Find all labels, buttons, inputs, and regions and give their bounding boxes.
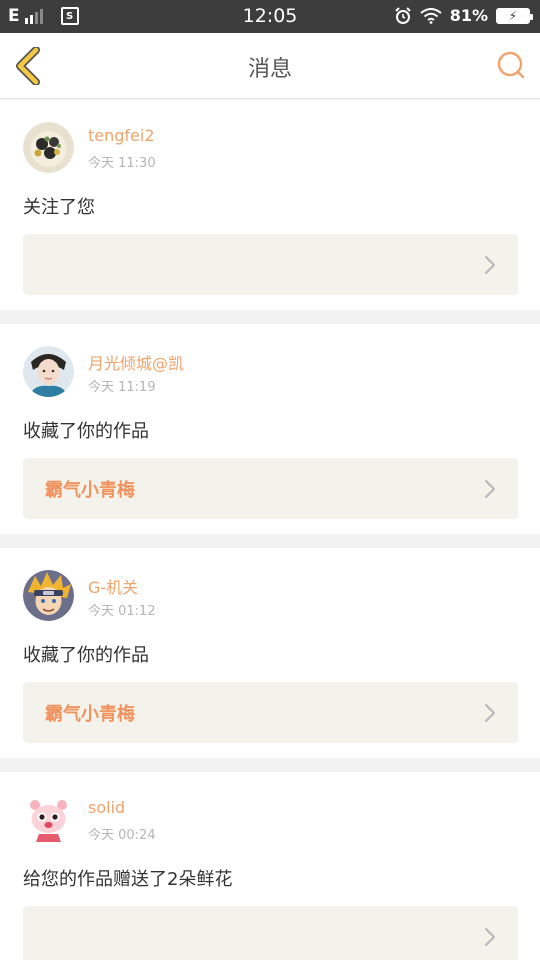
chevron-right-icon (484, 703, 496, 723)
page-title: 消息 (247, 57, 292, 82)
alarm-icon (394, 6, 411, 24)
timestamp: 今天 00:24 (88, 828, 156, 843)
notification-item: G-机关 今天 01:12 收藏了你的作品 霸气小青梅 (0, 548, 540, 758)
avatar[interactable] (23, 570, 74, 621)
username[interactable]: G-机关 (88, 574, 138, 598)
work-link[interactable] (23, 906, 518, 960)
notification-list: tengfei2 今天 11:30 关注了您 月光倾城@凯 今天 11:19 收… (0, 100, 540, 960)
work-title: 霸气小青梅 (45, 480, 135, 501)
notification-message: 收藏了你的作品 (23, 645, 149, 666)
battery-percent: 81% (449, 6, 488, 25)
work-link[interactable]: 霸气小青梅 (23, 458, 518, 519)
avatar[interactable] (23, 346, 74, 397)
notification-message: 给您的作品赠送了2朵鲜花 (23, 869, 233, 890)
notification-message: 收藏了你的作品 (23, 421, 149, 442)
battery-icon: ⚡ (496, 7, 533, 24)
username[interactable]: 月光倾城@凯 (88, 350, 184, 374)
search-icon (497, 51, 525, 79)
work-link[interactable] (23, 234, 518, 295)
chevron-right-icon (484, 255, 496, 275)
timestamp: 今天 11:19 (88, 380, 156, 395)
wifi-icon (420, 7, 442, 24)
charging-icon: ⚡ (508, 8, 518, 23)
username[interactable]: solid (88, 798, 125, 817)
chevron-right-icon (484, 927, 496, 947)
search-button[interactable] (496, 50, 526, 80)
avatar[interactable] (23, 122, 74, 173)
status-bar: E S 12:05 81% ⚡ (0, 0, 540, 33)
timestamp: 今天 11:30 (88, 156, 156, 171)
username[interactable]: tengfei2 (88, 126, 155, 145)
avatar[interactable] (23, 794, 74, 845)
status-right: 81% ⚡ (394, 6, 533, 25)
work-title: 霸气小青梅 (45, 704, 135, 725)
app-header: 消息 (0, 33, 540, 99)
notification-item: tengfei2 今天 11:30 关注了您 (0, 100, 540, 310)
work-link[interactable]: 霸气小青梅 (23, 682, 518, 743)
timestamp: 今天 01:12 (88, 604, 156, 619)
notification-message: 关注了您 (23, 197, 95, 218)
notification-item: solid 今天 00:24 给您的作品赠送了2朵鲜花 (0, 772, 540, 960)
chevron-right-icon (484, 479, 496, 499)
notification-item: 月光倾城@凯 今天 11:19 收藏了你的作品 霸气小青梅 (0, 324, 540, 534)
